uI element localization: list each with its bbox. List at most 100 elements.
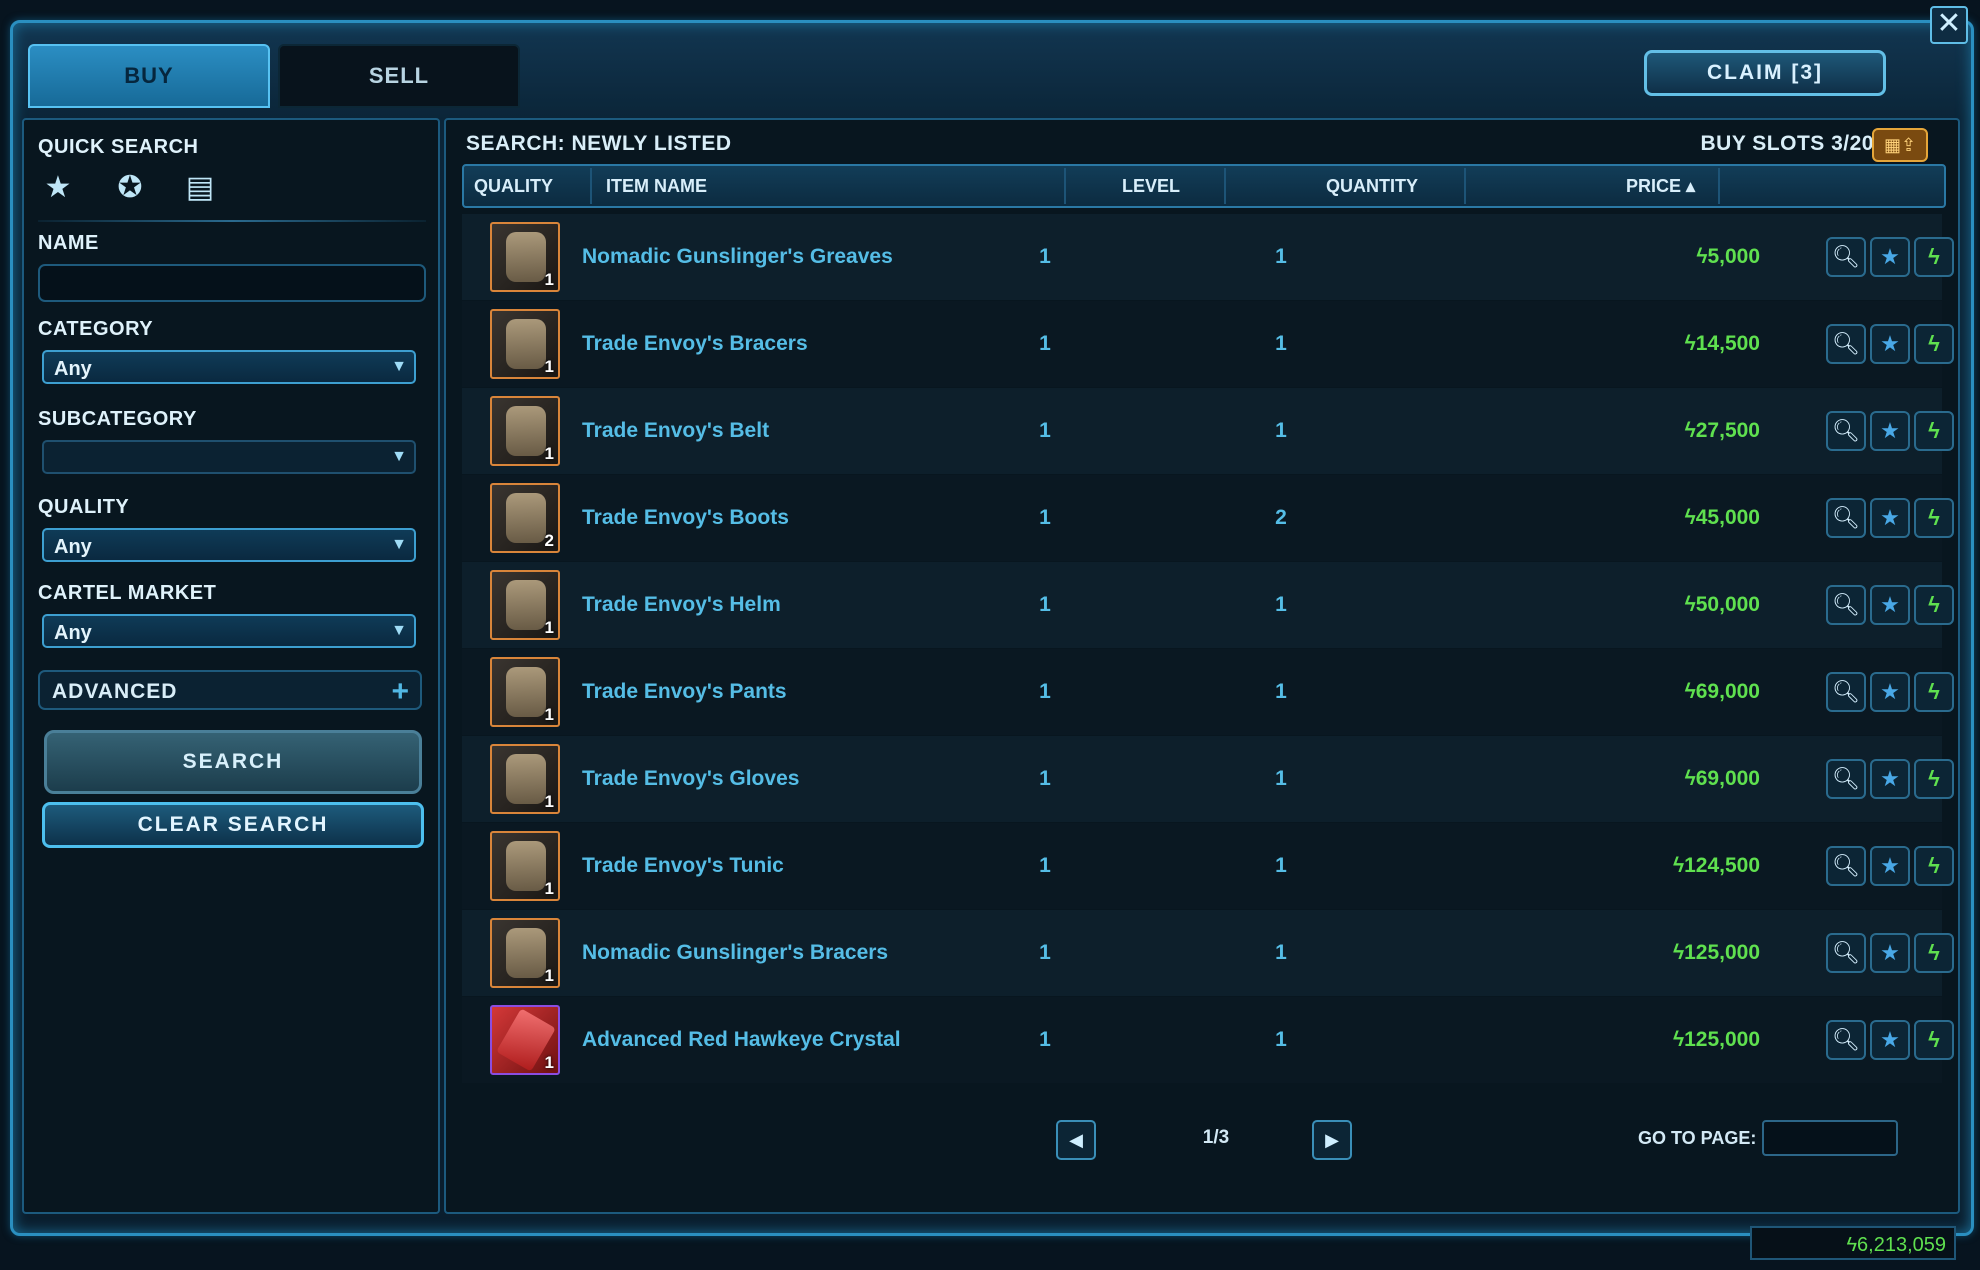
go-to-page-input[interactable] xyxy=(1762,1120,1898,1156)
buy-icon[interactable]: ϟ xyxy=(1914,585,1954,625)
item-name[interactable]: Trade Envoy's Gloves xyxy=(582,736,799,822)
item-quantity: 1 xyxy=(1275,1028,1287,1051)
clear-search-button[interactable]: CLEAR SEARCH xyxy=(42,802,424,848)
item-price: ϟ69,000 xyxy=(1684,680,1760,703)
item-icon[interactable]: 1 xyxy=(490,918,560,988)
inspect-icon[interactable]: 🔍︎ xyxy=(1826,498,1866,538)
favorite-star-icon[interactable]: ★ xyxy=(1870,498,1910,538)
cartel-market-select[interactable]: Any ▼ xyxy=(42,614,416,648)
inspect-icon[interactable]: 🔍︎ xyxy=(1826,237,1866,277)
table-row[interactable]: 1 Advanced Red Hawkeye Crystal 1 1 ϟ125,000 🔍… xyxy=(462,997,1954,1083)
favorite-star-icon[interactable]: ★ xyxy=(1870,672,1910,712)
table-row[interactable]: 1 Trade Envoy's Tunic 1 1 ϟ124,500 🔍︎ ★ ϟ xyxy=(462,823,1954,909)
document-icon[interactable]: ▤ xyxy=(180,168,220,208)
item-icon[interactable]: 1 xyxy=(490,570,560,640)
inspect-icon[interactable]: 🔍︎ xyxy=(1826,324,1866,364)
col-item-name[interactable]: ITEM NAME xyxy=(606,166,707,206)
item-name[interactable]: Trade Envoy's Helm xyxy=(582,562,781,648)
favorite-star-icon[interactable]: ★ xyxy=(1870,411,1910,451)
item-name[interactable]: Trade Envoy's Bracers xyxy=(582,301,808,387)
favorite-star-icon[interactable]: ★ xyxy=(1870,933,1910,973)
favorite-star-icon[interactable]: ★ xyxy=(1870,1020,1910,1060)
item-name[interactable]: Nomadic Gunslinger's Greaves xyxy=(582,214,893,300)
claim-button[interactable]: CLAIM [3] xyxy=(1644,50,1886,96)
favorite-star-icon[interactable]: ★ xyxy=(1870,759,1910,799)
item-icon[interactable]: 1 xyxy=(490,309,560,379)
buy-icon[interactable]: ϟ xyxy=(1914,324,1954,364)
advanced-toggle[interactable]: ADVANCED + xyxy=(38,670,422,710)
item-icon[interactable]: 1 xyxy=(490,831,560,901)
item-icon[interactable]: 1 xyxy=(490,222,560,292)
stack-count: 1 xyxy=(544,705,554,724)
col-price[interactable]: PRICE ▴ xyxy=(1626,166,1695,206)
inspect-icon[interactable]: 🔍︎ xyxy=(1826,585,1866,625)
item-art xyxy=(506,667,546,717)
item-name[interactable]: Trade Envoy's Tunic xyxy=(582,823,784,909)
favorite-star-icon[interactable]: ★ xyxy=(1870,585,1910,625)
item-name[interactable]: Trade Envoy's Boots xyxy=(582,475,789,561)
category-label: CATEGORY xyxy=(38,318,154,340)
star-icon[interactable]: ★ xyxy=(38,168,78,208)
stack-count: 1 xyxy=(544,270,554,289)
col-quality[interactable]: QUALITY xyxy=(474,166,553,206)
table-row[interactable]: 1 Trade Envoy's Gloves 1 1 ϟ69,000 🔍︎ ★ ϟ xyxy=(462,736,1954,822)
buy-icon[interactable]: ϟ xyxy=(1914,1020,1954,1060)
cartel-market-label: CARTEL MARKET xyxy=(38,582,217,604)
table-row[interactable]: 1 Nomadic Gunslinger's Bracers 1 1 ϟ125,000 🔍… xyxy=(462,910,1954,996)
table-row[interactable]: 1 Trade Envoy's Bracers 1 1 ϟ14,500 🔍︎ ★ ϟ xyxy=(462,301,1954,387)
table-row[interactable]: 1 Nomadic Gunslinger's Greaves 1 1 ϟ5,000 🔍︎ ★… xyxy=(462,214,1954,300)
favorite-star-icon[interactable]: ★ xyxy=(1870,237,1910,277)
buy-slots: BUY SLOTS 3/20 xyxy=(1700,132,1874,155)
item-name[interactable]: Advanced Red Hawkeye Crystal xyxy=(582,997,901,1083)
item-icon[interactable]: 1 xyxy=(490,657,560,727)
tab-sell[interactable]: SELL xyxy=(278,44,520,108)
inspect-icon[interactable]: 🔍︎ xyxy=(1826,411,1866,451)
item-name[interactable]: Nomadic Gunslinger's Bracers xyxy=(582,910,888,996)
item-name[interactable]: Trade Envoy's Belt xyxy=(582,388,769,474)
prev-page-button[interactable]: ◀ xyxy=(1056,1120,1096,1160)
item-level: 1 xyxy=(1039,419,1051,442)
table-row[interactable]: 1 Trade Envoy's Helm 1 1 ϟ50,000 🔍︎ ★ ϟ xyxy=(462,562,1954,648)
inspect-icon[interactable]: 🔍︎ xyxy=(1826,672,1866,712)
next-page-button[interactable]: ▶ xyxy=(1312,1120,1352,1160)
table-row[interactable]: 2 Trade Envoy's Boots 1 2 ϟ45,000 🔍︎ ★ ϟ xyxy=(462,475,1954,561)
tab-buy[interactable]: BUY xyxy=(28,44,270,108)
inspect-icon[interactable]: 🔍︎ xyxy=(1826,1020,1866,1060)
buy-icon[interactable]: ϟ xyxy=(1914,237,1954,277)
plus-icon: + xyxy=(391,675,410,708)
name-input[interactable] xyxy=(38,264,426,302)
subcategory-select[interactable]: ▼ xyxy=(42,440,416,474)
buy-icon[interactable]: ϟ xyxy=(1914,846,1954,886)
search-button[interactable]: SEARCH xyxy=(44,730,422,794)
category-select[interactable]: Any ▼ xyxy=(42,350,416,384)
buy-icon[interactable]: ϟ xyxy=(1914,411,1954,451)
stack-count: 1 xyxy=(544,879,554,898)
table-row[interactable]: 1 Trade Envoy's Belt 1 1 ϟ27,500 🔍︎ ★ ϟ xyxy=(462,388,1954,474)
item-icon[interactable]: 2 xyxy=(490,483,560,553)
inspect-icon[interactable]: 🔍︎ xyxy=(1826,933,1866,973)
award-icon[interactable]: ✪ xyxy=(110,168,150,208)
cargo-icon[interactable]: ▦⇪ xyxy=(1872,128,1928,162)
favorite-star-icon[interactable]: ★ xyxy=(1870,324,1910,364)
col-level[interactable]: LEVEL xyxy=(1122,166,1180,206)
item-icon[interactable]: 1 xyxy=(490,744,560,814)
buy-icon[interactable]: ϟ xyxy=(1914,672,1954,712)
divider xyxy=(590,168,592,204)
item-icon[interactable]: 1 xyxy=(490,1005,560,1075)
close-icon[interactable]: ✕ xyxy=(1930,6,1968,44)
stack-count: 1 xyxy=(544,444,554,463)
table-row[interactable]: 1 Trade Envoy's Pants 1 1 ϟ69,000 🔍︎ ★ ϟ xyxy=(462,649,1954,735)
favorite-star-icon[interactable]: ★ xyxy=(1870,846,1910,886)
quality-select[interactable]: Any ▼ xyxy=(42,528,416,562)
col-quantity[interactable]: QUANTITY xyxy=(1326,166,1418,206)
item-quantity: 1 xyxy=(1275,593,1287,616)
item-name[interactable]: Trade Envoy's Pants xyxy=(582,649,787,735)
inspect-icon[interactable]: 🔍︎ xyxy=(1826,759,1866,799)
buy-icon[interactable]: ϟ xyxy=(1914,759,1954,799)
buy-icon[interactable]: ϟ xyxy=(1914,498,1954,538)
item-icon[interactable]: 1 xyxy=(490,396,560,466)
buy-icon[interactable]: ϟ xyxy=(1914,933,1954,973)
stack-count: 2 xyxy=(544,531,554,550)
inspect-icon[interactable]: 🔍︎ xyxy=(1826,846,1866,886)
item-art xyxy=(506,232,546,282)
